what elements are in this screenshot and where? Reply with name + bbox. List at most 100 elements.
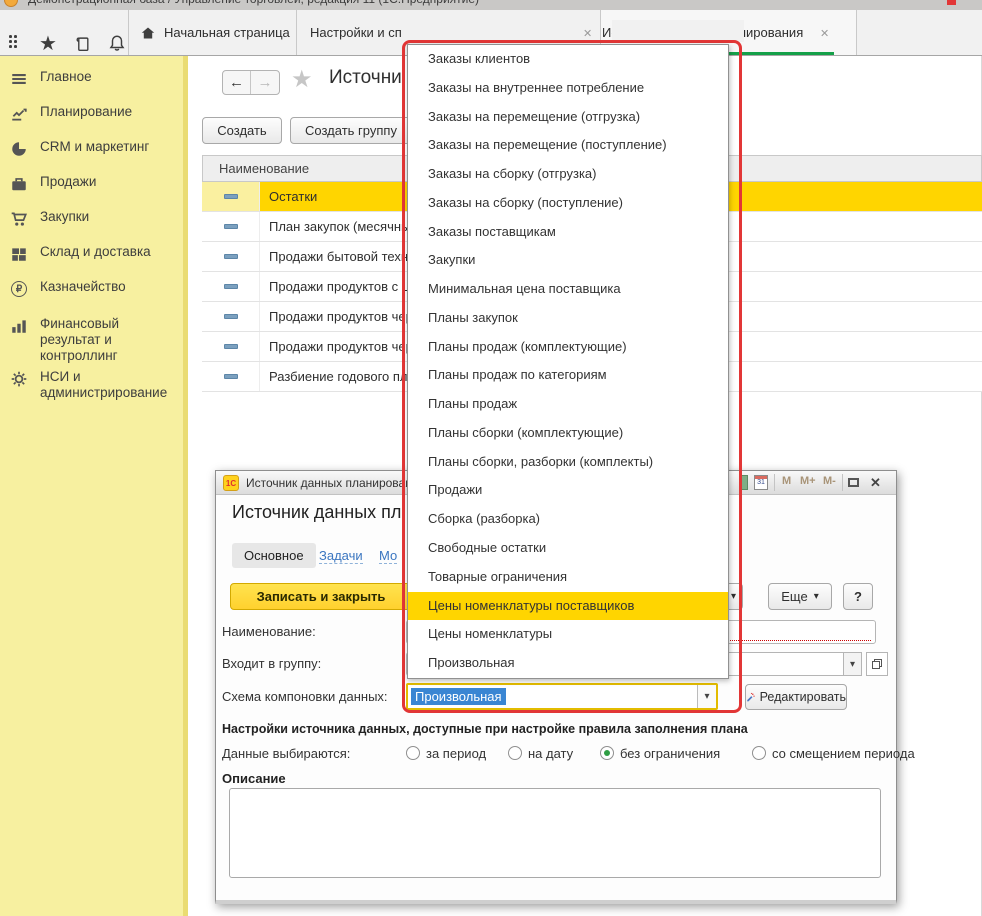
memory-button[interactable]: M [782, 475, 791, 487]
more-label: Еще [781, 589, 807, 604]
sidebar-item-treasury[interactable]: ₽ Казначейство [0, 279, 183, 299]
sidebar-item-warehouse[interactable]: Склад и доставка [0, 244, 183, 264]
memory-minus-button[interactable]: M- [823, 475, 836, 487]
dropdown-item[interactable]: Заказы на сборку (поступление) [408, 189, 728, 218]
dropdown-item[interactable]: Продажи [408, 476, 728, 505]
dropdown-item[interactable]: Планы продаж (комплектующие) [408, 333, 728, 362]
app-window: Демонстрационная база / Управление торго… [0, 0, 982, 916]
item-icon [202, 332, 260, 361]
dropdown-item[interactable]: Заказы на сборку (отгрузка) [408, 160, 728, 189]
sidebar-item-purchases[interactable]: Закупки [0, 209, 183, 229]
sidebar-item-label: Финансовый результат и контроллинг [40, 316, 183, 364]
radio-date[interactable] [508, 746, 522, 760]
dropdown-item-highlighted[interactable]: Цены номенклатуры поставщиков [408, 592, 728, 621]
sidebar-item-admin[interactable]: НСИ и администрирование [0, 361, 183, 401]
divider [296, 10, 297, 55]
radio-shift[interactable] [752, 746, 766, 760]
schema-dropdown-list: Заказы клиентов Заказы на внутреннее пот… [407, 44, 729, 679]
window-titlebar: Демонстрационная база / Управление торго… [0, 0, 982, 10]
gear-icon [9, 369, 29, 389]
dropdown-item[interactable]: Планы сборки (комплектующие) [408, 419, 728, 448]
favorite-star-icon[interactable]: ★ [291, 65, 313, 94]
dropdown-item[interactable]: Заказы на перемещение (поступление) [408, 131, 728, 160]
back-button[interactable]: ← [223, 71, 251, 94]
description-label: Описание [222, 771, 286, 786]
radio-date-label[interactable]: на дату [528, 746, 573, 761]
sidebar-item-main[interactable]: Главное [0, 69, 183, 89]
divider [128, 10, 129, 55]
memory-plus-button[interactable]: M+ [800, 475, 816, 487]
main-menu-icon[interactable] [9, 35, 17, 48]
paste-artifact [404, 20, 576, 42]
sidebar-item-finance[interactable]: Финансовый результат и контроллинг [0, 308, 183, 364]
dropdown-item[interactable]: Заказы на внутреннее потребление [408, 74, 728, 103]
radio-shift-label[interactable]: со смещением периода [772, 746, 915, 761]
settings-section-header: Настройки источника данных, доступные пр… [222, 722, 748, 736]
ruble-coin-icon: ₽ [9, 279, 29, 299]
history-nav-group: ← → [222, 70, 280, 95]
dropdown-item[interactable]: Планы продаж по категориям [408, 361, 728, 390]
dropdown-item[interactable]: Цены номенклатуры [408, 620, 728, 649]
dropdown-item[interactable]: Заказы поставщикам [408, 218, 728, 247]
group-label: Входит в группу: [222, 656, 321, 671]
dropdown-item[interactable]: Минимальная цена поставщика [408, 275, 728, 304]
briefcase-icon [9, 174, 29, 194]
tab-main[interactable]: Основное [232, 543, 316, 568]
tab-home[interactable]: Начальная страница [130, 10, 296, 55]
tab-sources-close-icon[interactable]: ✕ [820, 27, 829, 40]
sidebar-item-sales[interactable]: Продажи [0, 174, 183, 194]
radio-unlimited-label[interactable]: без ограничения [620, 746, 720, 761]
window-title: Демонстрационная база / Управление торго… [28, 0, 479, 6]
tab-settings-close-icon[interactable]: ✕ [583, 27, 592, 40]
tab-more[interactable]: Мо [379, 548, 397, 564]
forward-button[interactable]: → [251, 71, 279, 94]
dropdown-item[interactable]: Сборка (разборка) [408, 505, 728, 534]
sidebar-item-crm[interactable]: CRM и маркетинг [0, 139, 183, 159]
sidebar-item-label: Склад и доставка [40, 244, 183, 260]
dialog-close-icon[interactable]: ✕ [870, 475, 881, 491]
tab-tasks[interactable]: Задачи [319, 548, 363, 564]
radio-unlimited[interactable] [600, 746, 614, 760]
dropdown-item[interactable]: Заказы клиентов [408, 45, 728, 74]
notifications-bell-icon[interactable] [108, 34, 126, 52]
help-button[interactable]: ? [843, 583, 873, 610]
planning-icon [9, 104, 29, 124]
dropdown-item[interactable]: Свободные остатки [408, 534, 728, 563]
create-group-button[interactable]: Создать группу [290, 117, 412, 144]
history-icon[interactable] [74, 36, 91, 53]
group-dropdown-button[interactable]: ▾ [843, 652, 862, 676]
grid-boxes-icon [9, 244, 29, 264]
chevron-down-icon: ▾ [814, 591, 819, 602]
radio-period[interactable] [406, 746, 420, 760]
description-textarea[interactable] [229, 788, 881, 878]
item-icon [202, 272, 260, 301]
dropdown-item[interactable]: Планы закупок [408, 304, 728, 333]
pie-chart-icon [9, 139, 29, 159]
dropdown-item[interactable]: Закупки [408, 246, 728, 275]
dropdown-item[interactable]: Товарные ограничения [408, 563, 728, 592]
calendar-icon[interactable]: 31 [754, 475, 768, 490]
dropdown-item[interactable]: Заказы на перемещение (отгрузка) [408, 103, 728, 132]
sidebar-item-planning[interactable]: Планирование [0, 104, 183, 124]
more-button[interactable]: Еще ▾ [768, 583, 832, 610]
maximize-icon[interactable] [848, 478, 859, 487]
open-windows-icon [871, 658, 883, 670]
chevron-down-icon: ▾ [850, 659, 855, 670]
create-button[interactable]: Создать [202, 117, 282, 144]
dropdown-item[interactable]: Произвольная [408, 649, 728, 678]
dropdown-item[interactable]: Планы сборки, разборки (комплекты) [408, 448, 728, 477]
save-and-close-button[interactable]: Записать и закрыть [230, 583, 412, 610]
sidebar-item-label: Казначейство [40, 279, 183, 295]
sidebar-item-label: Главное [40, 69, 183, 85]
menu-lines-icon [9, 69, 29, 89]
favorites-icon[interactable]: ★ [39, 31, 57, 56]
dropdown-item[interactable]: Планы продаж [408, 390, 728, 419]
edit-label: Редактировать [760, 690, 846, 704]
group-open-button[interactable] [866, 652, 888, 676]
edit-schema-button[interactable]: Редактировать [745, 684, 847, 710]
item-icon [202, 182, 260, 211]
radio-period-label[interactable]: за период [426, 746, 486, 761]
1c-logo-icon: 1С [223, 475, 239, 491]
sidebar-item-label: Закупки [40, 209, 183, 225]
dialog-heading: Источник данных пл [232, 502, 401, 523]
